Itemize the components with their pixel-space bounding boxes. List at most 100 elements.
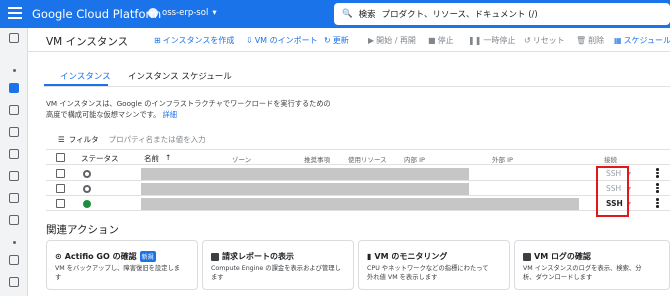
- snapshots-icon[interactable]: [7, 276, 21, 288]
- stop-button[interactable]: ■ 停止: [428, 35, 454, 46]
- chevron-down-icon: ▾: [212, 8, 217, 18]
- card-desc-2: す: [55, 273, 62, 281]
- schedule-button[interactable]: ▦ スケジュール: [614, 35, 670, 46]
- project-name: oss-erp-sol: [162, 8, 209, 18]
- page-title: VM インスタンス: [46, 36, 129, 48]
- import-vm-button[interactable]: ⇩ VM のインポート: [246, 35, 318, 46]
- card-title: 請求レポートの表示: [222, 252, 294, 261]
- calendar-icon: ▦: [614, 36, 622, 45]
- learn-more-link[interactable]: 詳細: [163, 110, 177, 119]
- monitoring-card[interactable]: ▮ VM のモニタリング CPU やネットワークなどの指標にわたって 外れ値 VM …: [358, 240, 510, 290]
- new-badge: 新規: [139, 251, 156, 262]
- vm-instances-icon[interactable]: [7, 82, 21, 94]
- row-checkbox[interactable]: [56, 199, 65, 208]
- actifio-card[interactable]: ⊙ Actifio GO の確認 新規 VM をバックアップし、障害復旧を設定しま…: [46, 240, 198, 290]
- column-internal-ip: 内部 IP: [404, 156, 425, 164]
- backup-icon: ⊙: [55, 252, 62, 261]
- logs-card[interactable]: VM ログの確認 VM インスタンスのログを表示、検索、分 析、ダウンロードします: [514, 240, 670, 290]
- tab-divider: [44, 86, 670, 87]
- ssh-highlight-box: [596, 166, 629, 217]
- stopped-status-icon: [83, 170, 91, 178]
- table-header: ステータス 名前 ↑ ゾーン 推奨事項 使用リソース 内部 IP 外部 IP 接…: [46, 149, 670, 165]
- start-button[interactable]: ▶ 開始 / 再開: [368, 35, 416, 46]
- disks-icon[interactable]: [7, 254, 21, 266]
- nav-dot-icon-2[interactable]: [7, 236, 21, 248]
- filter-bar[interactable]: ☰ フィルタ プロパティ名または値を入力: [58, 134, 206, 145]
- search-input[interactable]: 🔍 検索 プロダクト、リソース、ドキュメント (/): [334, 3, 670, 25]
- search-label: 検索: [358, 10, 376, 20]
- card-desc-1: VM インスタンスのログを表示、検索、分: [523, 265, 642, 272]
- more-vert-icon[interactable]: [656, 183, 659, 194]
- description-line-2: 高度で構成可能な仮想マシンです。: [46, 110, 161, 119]
- committed-use-icon[interactable]: [7, 192, 21, 204]
- select-all-checkbox[interactable]: [56, 153, 65, 162]
- nav-search-icon[interactable]: [7, 214, 21, 226]
- running-status-icon: [83, 200, 91, 208]
- tpu-icon[interactable]: [7, 170, 21, 182]
- column-status[interactable]: ステータス: [81, 153, 119, 164]
- filter-input[interactable]: プロパティ名または値を入力: [109, 134, 206, 145]
- search-placeholder: プロダクト、リソース、ドキュメント (/): [381, 10, 538, 20]
- related-actions-title: 関連アクション: [46, 224, 119, 236]
- reset-icon: ↺: [524, 36, 531, 45]
- card-desc-1: Compute Engine の課金を表示および管理し: [211, 265, 341, 272]
- project-icon: [148, 8, 158, 18]
- stop-icon: ■: [428, 36, 436, 45]
- more-vert-icon[interactable]: [656, 168, 659, 179]
- redacted-row-content: [141, 183, 469, 195]
- sort-arrow-icon[interactable]: ↑: [165, 153, 171, 162]
- reset-button[interactable]: ↺ リセット: [524, 35, 565, 46]
- table-row[interactable]: SSH ▾: [46, 197, 670, 211]
- delete-button[interactable]: 🗑 削除: [576, 35, 604, 46]
- add-icon: ⊞: [154, 36, 161, 45]
- redacted-row-content: [141, 168, 469, 180]
- instance-templates-icon[interactable]: [7, 104, 21, 116]
- refresh-icon: ↻: [324, 36, 331, 45]
- tab-instances[interactable]: インスタンス: [60, 70, 111, 82]
- card-desc-2: ます: [211, 273, 224, 281]
- stopped-status-icon: [83, 185, 91, 193]
- card-desc-2: 析、ダウンロードします: [523, 273, 593, 281]
- bar-chart-icon: ▮: [367, 252, 372, 261]
- trash-icon: 🗑: [576, 36, 587, 45]
- row-checkbox[interactable]: [56, 184, 65, 193]
- play-icon: ▶: [368, 36, 375, 45]
- create-instance-button[interactable]: ⊞ インスタンスを作成: [154, 35, 234, 46]
- left-nav: [0, 28, 28, 296]
- card-title: Actifio GO の確認: [64, 252, 137, 261]
- page-description: VM インスタンスは、Google のインフラストラクチャでワークロードを実行す…: [46, 98, 331, 120]
- column-zone: ゾーン: [232, 156, 252, 164]
- logs-icon: [523, 252, 531, 261]
- filter-label: フィルタ: [68, 135, 99, 144]
- billing-icon: [211, 252, 219, 261]
- menu-icon[interactable]: [8, 7, 22, 19]
- import-icon: ⇩: [246, 36, 253, 45]
- action-toolbar: VM インスタンス ⊞ インスタンスを作成 ⇩ VM のインポート ↻ 更新 ▶ 開始 …: [28, 28, 670, 52]
- machine-images-icon[interactable]: [7, 148, 21, 160]
- brand-title[interactable]: Google Cloud Platform: [32, 7, 161, 21]
- compute-engine-icon[interactable]: [7, 32, 21, 44]
- more-vert-icon[interactable]: [656, 198, 659, 209]
- pause-icon: ❚❚: [468, 36, 482, 45]
- sole-tenant-icon[interactable]: [7, 126, 21, 138]
- card-desc-1: CPU やネットワークなどの指標にわたって: [367, 265, 489, 272]
- row-checkbox[interactable]: [56, 169, 65, 178]
- table-row[interactable]: SSH ▾: [46, 167, 670, 181]
- column-connect: 接続: [604, 156, 617, 164]
- column-in-use: 使用リソース: [348, 156, 387, 164]
- search-icon: 🔍: [342, 9, 353, 19]
- card-title: VM のモニタリング: [374, 252, 448, 261]
- card-desc-1: VM をバックアップし、障害復旧を設定しま: [55, 265, 181, 272]
- filter-icon: ☰: [58, 135, 65, 144]
- suspend-button[interactable]: ❚❚ 一時停止: [468, 35, 515, 46]
- nav-dot-icon[interactable]: [7, 64, 21, 76]
- refresh-button[interactable]: ↻ 更新: [324, 35, 349, 46]
- table-row[interactable]: SSH ▾: [46, 182, 670, 196]
- column-recommendation: 推奨事項: [304, 156, 330, 164]
- column-name[interactable]: 名前: [144, 153, 159, 164]
- column-external-ip: 外部 IP: [492, 156, 513, 164]
- tab-instance-schedules[interactable]: インスタンス スケジュール: [128, 70, 232, 82]
- card-title: VM ログの確認: [534, 252, 591, 261]
- billing-card[interactable]: 請求レポートの表示 Compute Engine の課金を表示および管理し ます: [202, 240, 354, 290]
- project-selector[interactable]: oss-erp-sol ▾: [148, 8, 217, 18]
